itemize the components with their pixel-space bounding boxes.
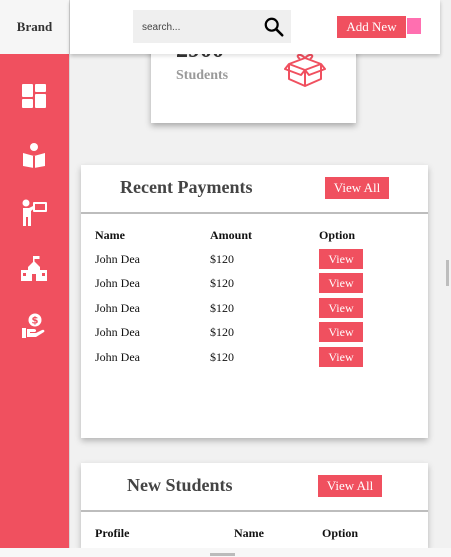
recent-payments-panel: Recent Payments View All Name Amount Opt… <box>81 165 428 438</box>
sidebar-item-payments[interactable]: $ <box>18 310 50 342</box>
payment-hand-icon: $ <box>22 313 45 338</box>
search-icon[interactable] <box>263 16 285 38</box>
view-button[interactable]: View <box>319 298 363 318</box>
sidebar: Brand $ <box>0 0 70 548</box>
sidebar-item-school[interactable] <box>18 253 50 285</box>
teacher-board-icon <box>22 199 47 226</box>
search-input[interactable] <box>140 18 254 36</box>
view-button[interactable]: View <box>319 273 363 293</box>
column-header-profile: Profile <box>95 526 130 540</box>
horizontal-scroll-handle[interactable] <box>210 553 235 556</box>
column-header-name: Name <box>95 228 125 242</box>
view-all-students-button[interactable]: View All <box>318 475 382 497</box>
view-button[interactable]: View <box>319 249 363 269</box>
stat-label: Students <box>176 68 229 83</box>
payment-name: John Dea <box>95 252 140 266</box>
payment-name: John Dea <box>95 276 140 290</box>
new-students-panel: New Students View All Profile Name Optio… <box>81 463 428 548</box>
brand-logo[interactable]: Brand <box>0 0 69 54</box>
sidebar-item-dashboard[interactable] <box>18 80 50 112</box>
view-button[interactable]: View <box>319 322 363 342</box>
column-header-option: Option <box>322 526 359 540</box>
payment-amount: $120 <box>210 301 234 315</box>
divider <box>81 510 428 512</box>
payment-name: John Dea <box>95 350 140 364</box>
view-button[interactable]: View <box>319 347 363 367</box>
payment-amount: $120 <box>210 350 234 364</box>
top-bar-overlay: Add New <box>70 0 440 54</box>
search-box-overlay <box>133 10 291 43</box>
scrollbar-thumb[interactable] <box>446 260 449 286</box>
school-building-icon <box>21 256 47 281</box>
sidebar-item-students[interactable] <box>18 139 50 171</box>
payment-amount: $120 <box>210 252 234 266</box>
column-header-name: Name <box>234 526 264 540</box>
add-new-button[interactable]: Add New <box>337 16 406 38</box>
panel-title: Recent Payments <box>120 177 253 197</box>
payment-amount: $120 <box>210 276 234 290</box>
column-header-option: Option <box>319 228 356 242</box>
sidebar-item-teachers[interactable] <box>18 196 50 228</box>
dashboard-icon <box>22 84 46 108</box>
divider <box>81 212 428 214</box>
payment-name: John Dea <box>95 301 140 315</box>
add-new-tab[interactable] <box>407 18 421 34</box>
view-all-payments-button[interactable]: View All <box>325 177 389 199</box>
payment-amount: $120 <box>210 325 234 339</box>
student-reading-icon <box>23 143 45 168</box>
svg-text:$: $ <box>32 316 39 327</box>
payment-name: John Dea <box>95 325 140 339</box>
panel-title: New Students <box>127 475 233 495</box>
box-package-icon <box>284 53 326 87</box>
column-header-amount: Amount <box>210 228 253 242</box>
